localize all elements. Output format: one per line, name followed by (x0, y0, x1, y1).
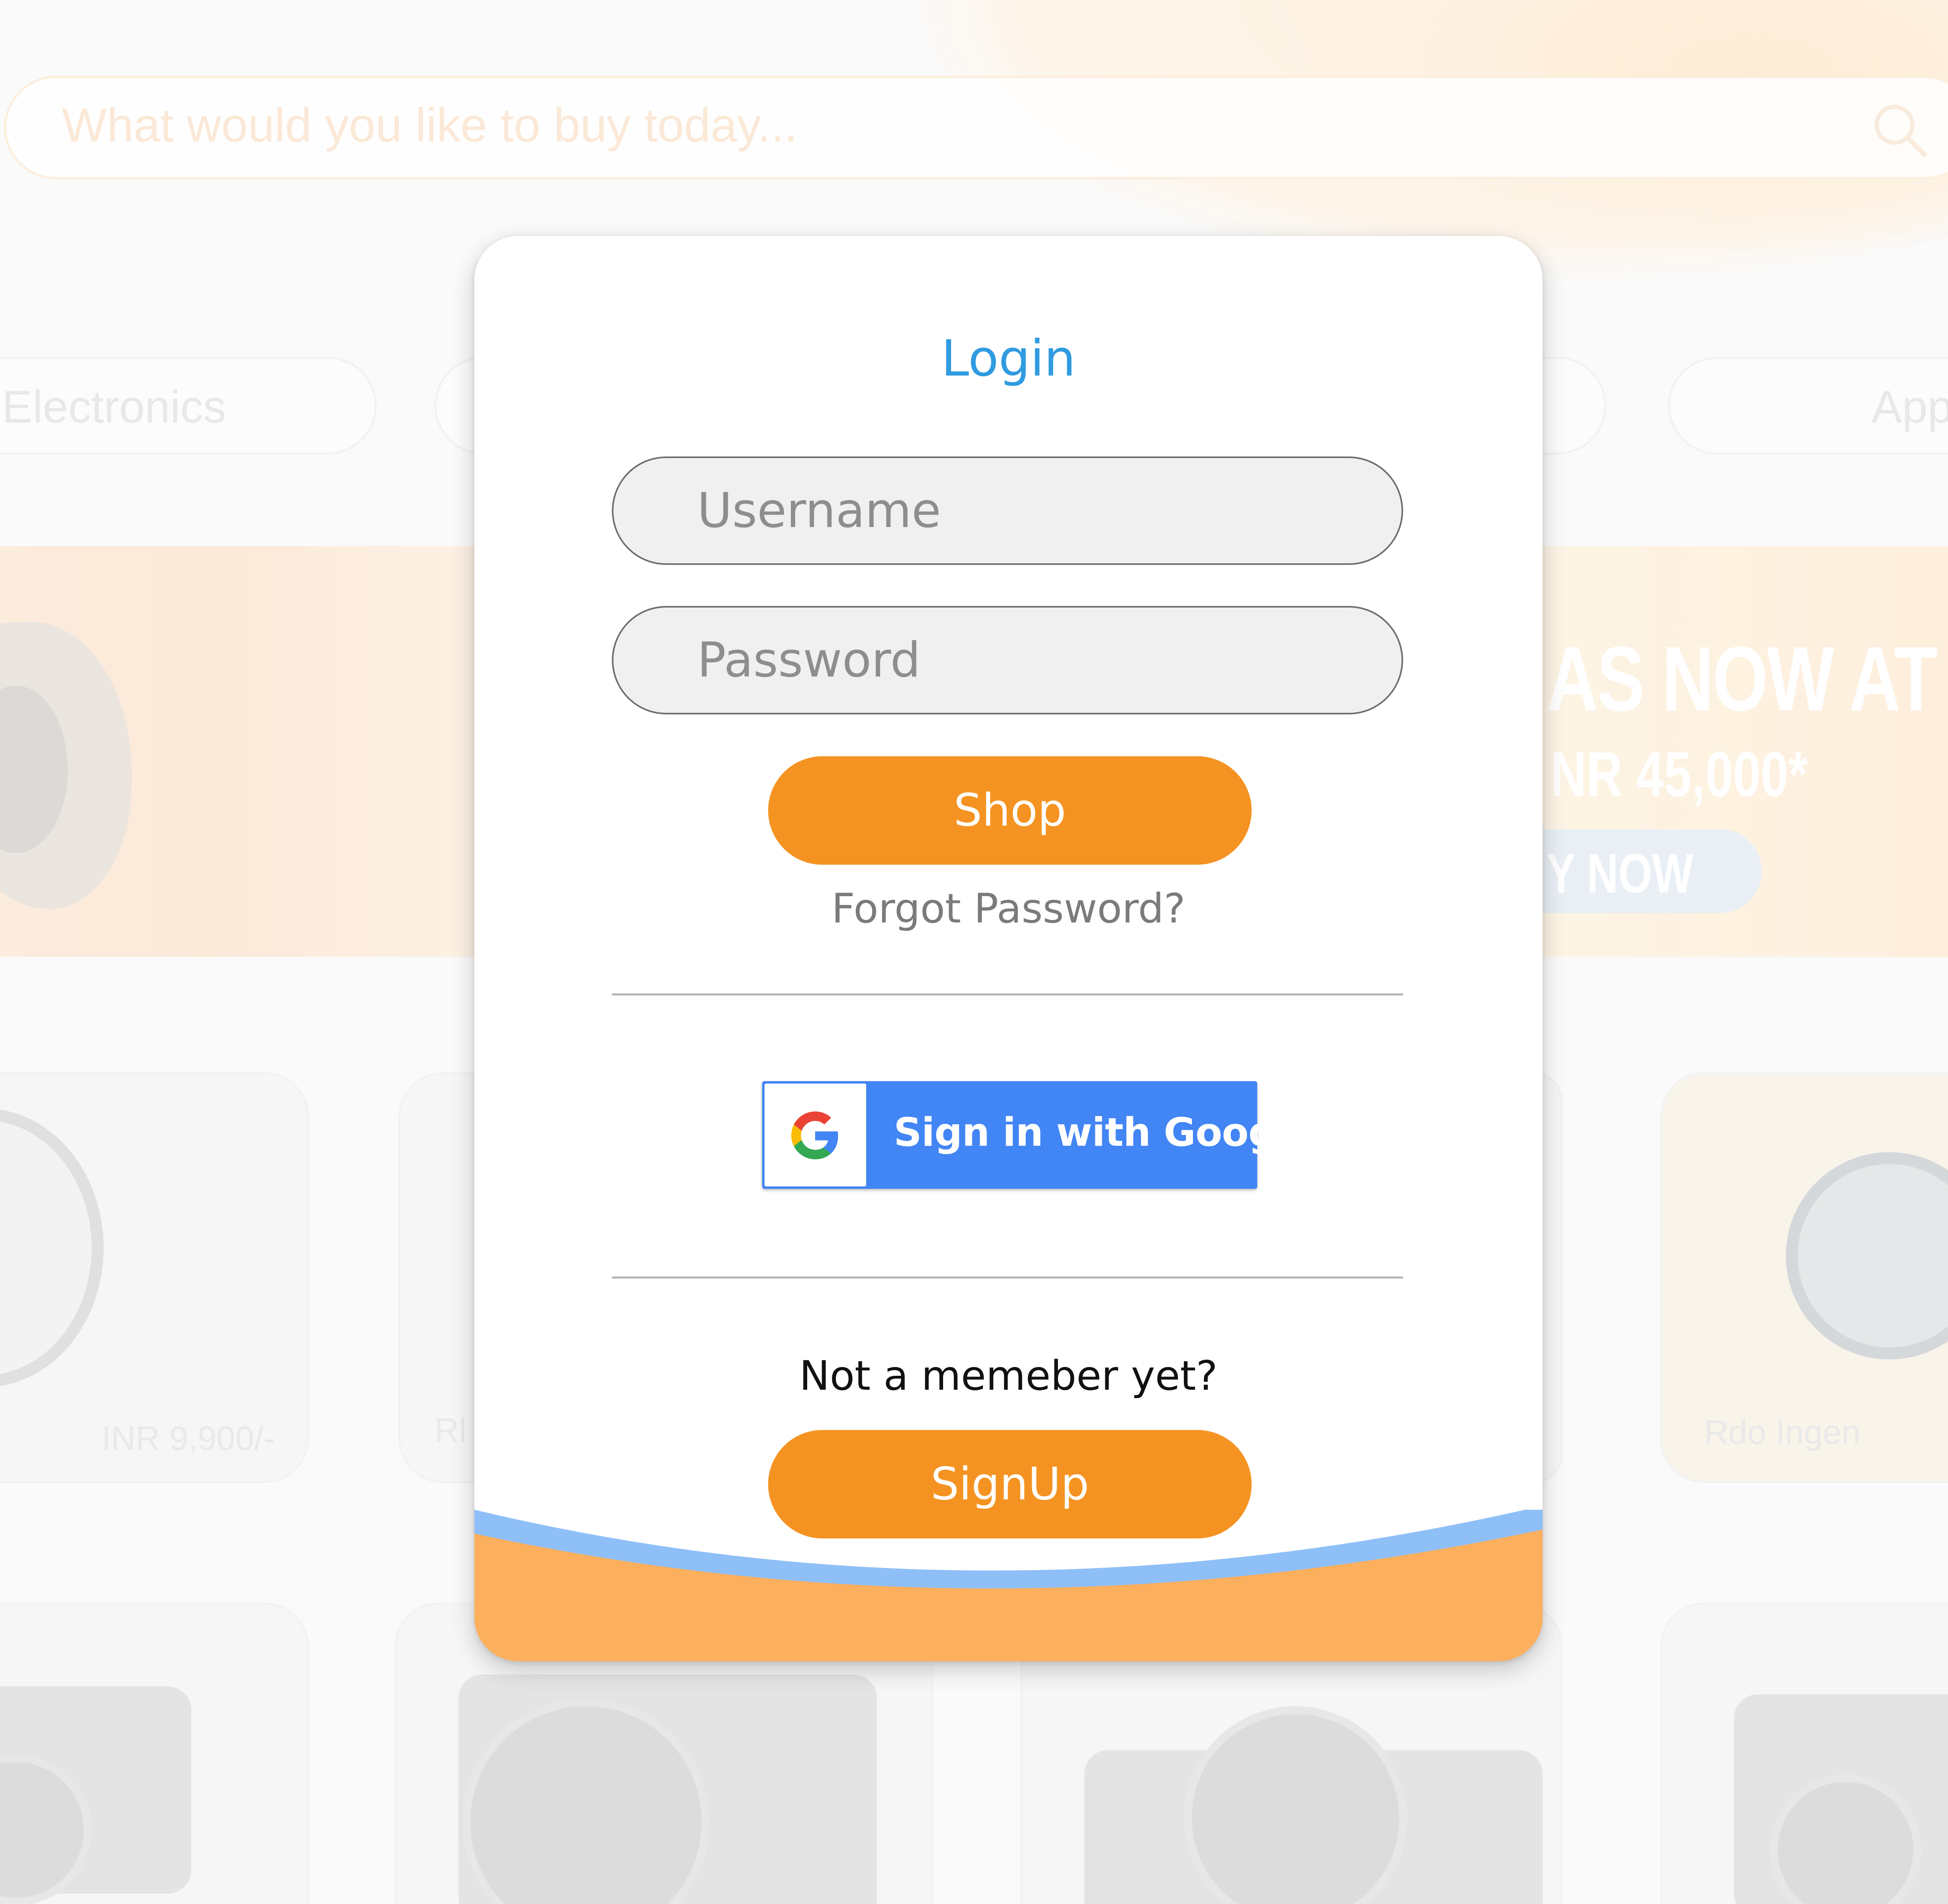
shop-button[interactable]: Shop (768, 756, 1252, 865)
google-signin-label: Sign in with Google (894, 1110, 1315, 1155)
divider (612, 993, 1403, 995)
forgot-password-link[interactable]: Forgot Password? (474, 885, 1543, 932)
footer-wave (474, 1510, 1543, 1661)
divider (612, 1277, 1403, 1279)
google-g-icon (791, 1111, 838, 1159)
login-title: Login (941, 330, 1076, 387)
login-modal: Login Shop Forgot Password? Sign in with… (474, 236, 1543, 1661)
google-icon-container (765, 1084, 866, 1186)
password-input[interactable] (612, 606, 1403, 714)
google-signin-button[interactable]: Sign in with Google (762, 1081, 1315, 1189)
username-input[interactable] (612, 456, 1403, 565)
not-member-text: Not a memeber yet? (799, 1352, 1218, 1400)
